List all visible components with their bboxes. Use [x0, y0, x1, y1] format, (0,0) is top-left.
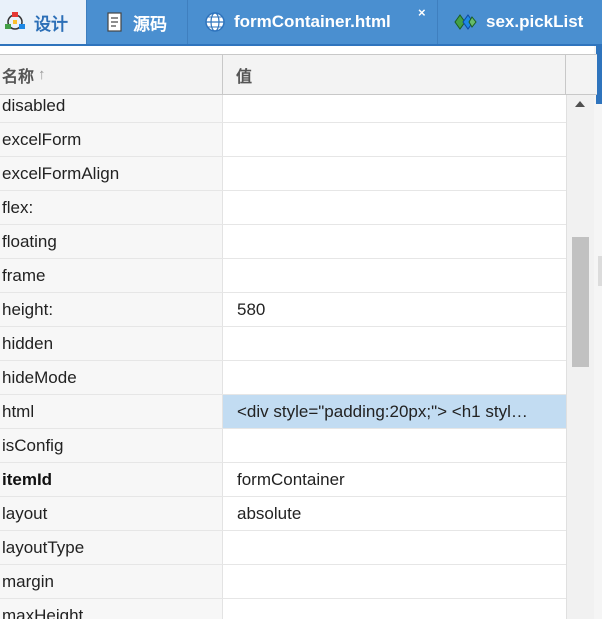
property-value[interactable]: absolute — [223, 497, 566, 530]
tab-label: sex.pickList — [486, 12, 584, 31]
table-row[interactable]: margin — [0, 565, 566, 599]
table-row[interactable]: frame — [0, 259, 566, 293]
tab-bar: 设计 源码 formContainer.html × sex.pickList — [0, 0, 602, 46]
property-value[interactable] — [223, 157, 566, 190]
picklist-icon — [454, 13, 478, 31]
property-name: excelFormAlign — [0, 157, 223, 190]
property-name: maxHeight — [0, 599, 223, 619]
tab-label: 设计 — [34, 14, 68, 34]
table-row[interactable]: layoutType — [0, 531, 566, 565]
property-value[interactable]: <div style="padding:20px;"> <h1 styl… — [223, 395, 566, 428]
property-name: excelForm — [0, 123, 223, 156]
property-name: frame — [0, 259, 223, 292]
tab-source[interactable]: 源码 — [86, 0, 187, 44]
property-name: floating — [0, 225, 223, 258]
property-value[interactable] — [223, 259, 566, 292]
grid-header: 名称 ↑ 值 — [0, 54, 597, 95]
column-header-value-label: 值 — [236, 68, 253, 86]
column-header-value[interactable]: 值 — [223, 55, 566, 94]
table-row[interactable]: isConfig — [0, 429, 566, 463]
tab-formcontainer[interactable]: formContainer.html × — [187, 0, 437, 44]
property-value[interactable] — [223, 95, 566, 122]
property-name: height: — [0, 293, 223, 326]
property-name: hidden — [0, 327, 223, 360]
column-header-name-label: 名称 — [2, 68, 35, 86]
column-header-name[interactable]: 名称 ↑ — [0, 55, 223, 94]
table-row[interactable]: excelForm — [0, 123, 566, 157]
tab-label: 源码 — [133, 14, 167, 34]
property-name: layoutType — [0, 531, 223, 564]
table-row[interactable]: excelFormAlign — [0, 157, 566, 191]
property-value[interactable] — [223, 327, 566, 360]
tab-underline — [0, 44, 602, 46]
table-row[interactable]: height: 580 — [0, 293, 566, 327]
table-row[interactable]: maxHeight — [0, 599, 566, 619]
property-name: disabled — [0, 95, 223, 122]
property-value[interactable] — [223, 565, 566, 598]
property-name: margin — [0, 565, 223, 598]
close-icon[interactable]: × — [418, 5, 426, 20]
panel-edge-mark — [598, 256, 602, 286]
table-row[interactable]: itemId formContainer — [0, 463, 566, 497]
property-value[interactable] — [223, 361, 566, 394]
property-name: layout — [0, 497, 223, 530]
property-value[interactable] — [223, 599, 566, 619]
vertical-scrollbar[interactable] — [566, 95, 594, 619]
property-value[interactable]: formContainer — [223, 463, 566, 496]
table-row[interactable]: flex: — [0, 191, 566, 225]
grid-body: disabled excelForm excelFormAlign flex: … — [0, 95, 566, 619]
table-row[interactable]: hideMode — [0, 361, 566, 395]
table-row[interactable]: disabled — [0, 95, 566, 123]
sort-ascending-icon: ↑ — [38, 66, 46, 83]
property-value[interactable] — [223, 191, 566, 224]
table-row-selected[interactable]: html <div style="padding:20px;"> <h1 sty… — [0, 395, 566, 429]
design-icon — [4, 11, 26, 33]
property-value[interactable] — [223, 123, 566, 156]
tab-design[interactable]: 设计 — [0, 0, 86, 44]
property-value[interactable] — [223, 225, 566, 258]
property-value[interactable] — [223, 429, 566, 462]
source-icon — [105, 11, 125, 33]
tab-label: formContainer.html — [234, 12, 391, 31]
tab-sex-picklist[interactable]: sex.pickList — [437, 0, 602, 44]
scroll-thumb[interactable] — [572, 237, 589, 367]
scroll-up-arrow-icon[interactable] — [575, 101, 585, 107]
table-row[interactable]: floating — [0, 225, 566, 259]
property-name: html — [0, 395, 223, 428]
property-name: itemId — [0, 463, 223, 496]
table-row[interactable]: layout absolute — [0, 497, 566, 531]
property-grid: 名称 ↑ 值 disabled excelForm excelFormAlign… — [0, 54, 597, 619]
property-name: isConfig — [0, 429, 223, 462]
globe-icon — [204, 11, 226, 33]
property-name: flex: — [0, 191, 223, 224]
property-value[interactable] — [223, 531, 566, 564]
property-value[interactable]: 580 — [223, 293, 566, 326]
property-name: hideMode — [0, 361, 223, 394]
table-row[interactable]: hidden — [0, 327, 566, 361]
